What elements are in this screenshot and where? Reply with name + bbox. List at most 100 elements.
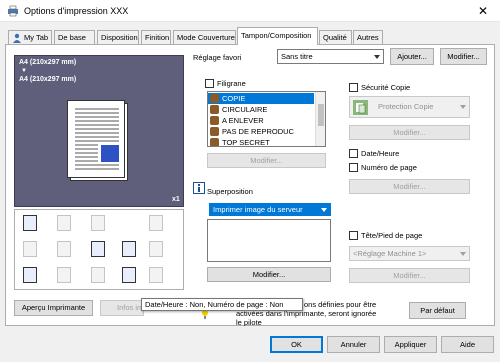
close-icon[interactable]: ✕ bbox=[472, 3, 494, 19]
cancel-button[interactable]: Annuler bbox=[327, 336, 380, 353]
quality-icon[interactable] bbox=[122, 267, 136, 283]
tab-de-base[interactable]: De base bbox=[54, 30, 95, 44]
tooltip: Date/Heure : Non, Numéro de page : Non bbox=[141, 298, 303, 311]
header-footer-select[interactable]: <Réglage Machine 1> bbox=[349, 246, 470, 261]
list-item[interactable]: A ENLEVER bbox=[208, 115, 314, 126]
tab-my-tab[interactable]: My Tab bbox=[8, 30, 52, 44]
header-footer-value: <Réglage Machine 1> bbox=[353, 249, 427, 258]
chevron-down-icon bbox=[460, 105, 466, 109]
add-favorite-button[interactable]: Ajouter... bbox=[390, 48, 434, 65]
tab-label: My Tab bbox=[24, 33, 49, 42]
stamp-icon bbox=[210, 105, 219, 114]
modify-favorite-button[interactable]: Modifier... bbox=[440, 48, 487, 65]
stamp-icon bbox=[210, 127, 219, 136]
staple-icon[interactable] bbox=[57, 241, 71, 257]
date-time-label: Date/Heure bbox=[361, 149, 400, 158]
tab-label: Qualité bbox=[323, 33, 347, 42]
favorites-value: Sans titre bbox=[281, 52, 313, 61]
note-line: le pilote bbox=[236, 318, 262, 326]
list-item-label: TOP SECRET bbox=[222, 138, 270, 147]
page-content-icon bbox=[75, 108, 119, 170]
date-time-checkbox[interactable] bbox=[349, 149, 358, 158]
layout-icon[interactable] bbox=[57, 215, 71, 231]
chevron-down-icon bbox=[374, 54, 380, 59]
page-number-checkbox[interactable] bbox=[349, 163, 358, 172]
chevron-down-icon bbox=[460, 251, 466, 256]
overlay-select[interactable]: Imprimer image du serveur bbox=[209, 203, 331, 216]
page-number-label: Numéro de page bbox=[361, 163, 417, 172]
page-number-modify-button[interactable]: Modifier... bbox=[349, 179, 470, 194]
down-arrow-icon: ▼ bbox=[21, 68, 27, 74]
fold-icon[interactable] bbox=[91, 267, 105, 283]
tab-label: Mode Couverture bbox=[177, 33, 235, 42]
overlay-modify-button[interactable]: Modifier... bbox=[207, 267, 331, 282]
stamp-icon bbox=[210, 94, 219, 103]
copies-count: x1 bbox=[172, 196, 180, 203]
booklet-icon[interactable] bbox=[149, 267, 163, 283]
watermark-modify-button[interactable]: Modifier... bbox=[207, 153, 326, 168]
watermark-list[interactable]: COPIE CIRCULAIRE A ENLEVER PAS DE REPROD… bbox=[207, 91, 326, 147]
finishing-icon[interactable] bbox=[91, 215, 105, 231]
header-footer-label: Tête/Pied de page bbox=[361, 231, 423, 240]
copy-protect-icon bbox=[353, 100, 368, 115]
list-item[interactable]: CIRCULAIRE bbox=[208, 104, 314, 115]
tab-label: Finition bbox=[145, 33, 170, 42]
tab-mode-couverture[interactable]: Mode Couverture bbox=[173, 30, 236, 44]
copy-security-checkbox[interactable] bbox=[349, 83, 358, 92]
copy-security-thumb-icon[interactable] bbox=[149, 215, 163, 231]
overlay-thumb-icon[interactable] bbox=[149, 241, 163, 257]
help-button[interactable]: Aide bbox=[441, 336, 494, 353]
header-footer-icon[interactable] bbox=[122, 241, 136, 257]
ok-button[interactable]: OK bbox=[270, 336, 323, 353]
text-stamp-icon[interactable] bbox=[91, 241, 105, 257]
default-button[interactable]: Par défaut bbox=[409, 302, 466, 319]
header-footer-modify-button[interactable]: Modifier... bbox=[349, 268, 470, 283]
copy-security-modify-button[interactable]: Modifier... bbox=[349, 125, 470, 140]
copy-security-value: Protection Copie bbox=[378, 102, 434, 111]
tab-disposition[interactable]: Disposition bbox=[97, 30, 139, 44]
list-item[interactable]: PAS DE REPRODUC bbox=[208, 126, 314, 137]
window-title: Options d'impression XXX bbox=[24, 6, 129, 16]
watermark-checkbox[interactable] bbox=[205, 79, 214, 88]
watermark-thumb-icon[interactable] bbox=[23, 267, 37, 283]
favorites-select[interactable]: Sans titre bbox=[277, 49, 384, 64]
stamp-icon bbox=[210, 138, 219, 146]
overlay-value: Imprimer image du serveur bbox=[213, 205, 303, 214]
list-scrollbar[interactable] bbox=[315, 92, 325, 146]
tab-autres[interactable]: Autres bbox=[353, 30, 383, 44]
header-footer-checkbox[interactable] bbox=[349, 231, 358, 240]
original-paper-size: A4 (210x297 mm) bbox=[19, 76, 77, 83]
tab-label: De base bbox=[58, 33, 86, 42]
list-item-label: COPIE bbox=[222, 94, 246, 103]
apply-button[interactable]: Appliquer bbox=[384, 336, 437, 353]
title-bar: Options d'impression XXX ✕ bbox=[0, 0, 500, 22]
printer-view-button[interactable]: Aperçu Imprimante bbox=[14, 300, 93, 316]
list-item-label: A ENLEVER bbox=[222, 116, 264, 125]
list-item[interactable]: COPIE bbox=[208, 93, 314, 104]
output-paper-size: A4 (210x297 mm) bbox=[19, 59, 77, 66]
overlay-file-list[interactable] bbox=[207, 219, 331, 262]
preview-page bbox=[67, 100, 125, 178]
chevron-down-icon bbox=[321, 207, 327, 212]
cover-icon[interactable] bbox=[23, 241, 37, 257]
tab-label: Disposition bbox=[101, 33, 138, 42]
user-icon bbox=[13, 33, 21, 43]
scrollbar-thumb[interactable] bbox=[318, 104, 324, 126]
tab-finition[interactable]: Finition bbox=[141, 30, 171, 44]
tab-label: Tampon/Composition bbox=[241, 31, 312, 40]
watermark-label: Filigrane bbox=[217, 79, 246, 88]
printer-info-button[interactable]: Infos im bbox=[100, 300, 144, 316]
list-item[interactable]: TOP SECRET bbox=[208, 137, 314, 147]
print-icon[interactable] bbox=[23, 215, 37, 231]
tab-label: Autres bbox=[357, 33, 379, 42]
copy-security-label: Sécurité Copie bbox=[361, 83, 411, 92]
tab-tampon-composition[interactable]: Tampon/Composition bbox=[237, 27, 318, 45]
copy-security-select[interactable]: Protection Copie bbox=[349, 96, 470, 118]
list-item-label: CIRCULAIRE bbox=[222, 105, 268, 114]
punch-icon[interactable] bbox=[57, 267, 71, 283]
list-item-label: PAS DE REPRODUC bbox=[222, 127, 294, 136]
printer-icon bbox=[8, 5, 18, 17]
overlay-label: Superposition bbox=[207, 187, 253, 196]
function-icon-grid bbox=[14, 209, 184, 290]
tab-qualite[interactable]: Qualité bbox=[319, 30, 352, 44]
